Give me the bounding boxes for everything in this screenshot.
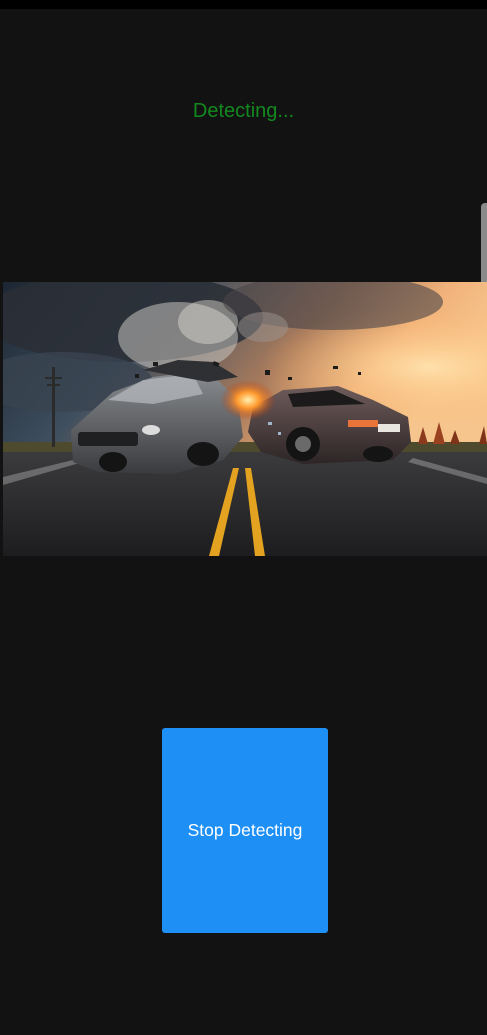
stop-detecting-button[interactable]: Stop Detecting	[162, 728, 328, 933]
crash-image	[3, 282, 487, 556]
app-screen: Detecting... Stop Detecting	[0, 0, 487, 1035]
detection-status-text: Detecting...	[192, 100, 295, 122]
status-bar	[0, 0, 487, 9]
crash-illustration	[3, 282, 487, 556]
